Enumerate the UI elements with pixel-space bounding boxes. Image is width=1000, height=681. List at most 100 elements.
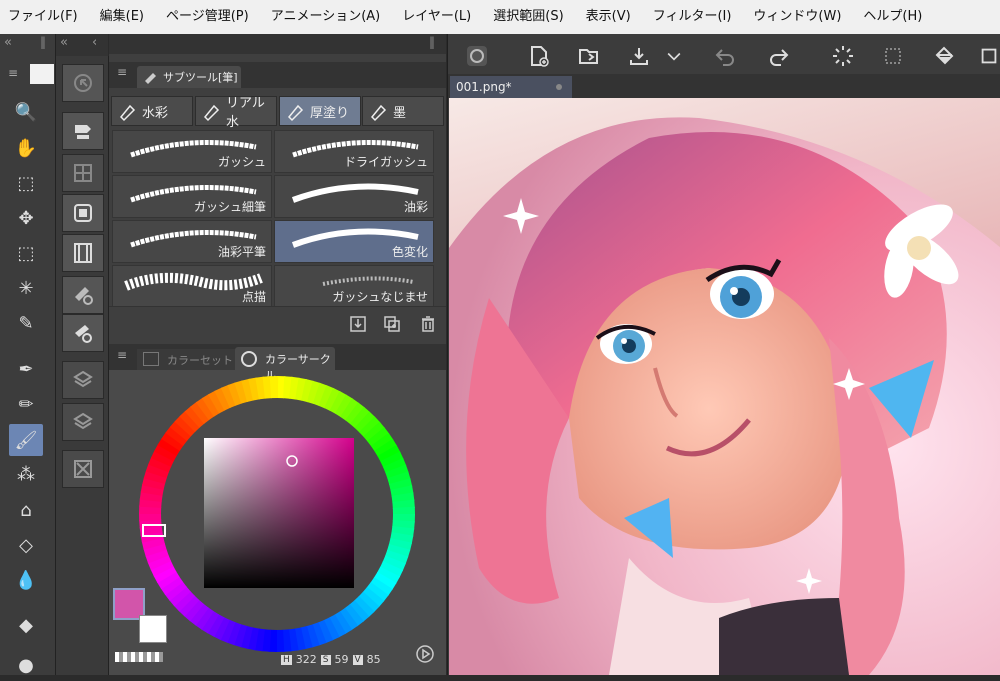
v-value: 85: [366, 653, 381, 666]
menu-item[interactable]: ウィンドウ(W): [742, 0, 852, 34]
clip-studio-button[interactable]: [462, 42, 492, 70]
undo-button[interactable]: [710, 42, 740, 70]
tool-button[interactable]: ●: [9, 649, 43, 681]
tool-button[interactable]: ✒: [9, 353, 43, 385]
timeline-tab[interactable]: [62, 234, 104, 272]
tool-button[interactable]: ✏: [9, 388, 43, 420]
sub-color-swatch[interactable]: [139, 615, 167, 643]
open-button[interactable]: [574, 42, 604, 70]
menu-item[interactable]: レイヤー(L): [391, 0, 482, 34]
tool-button[interactable]: ⁂: [9, 458, 43, 490]
paint-brush-icon: 🖌: [14, 429, 38, 451]
layer-tab[interactable]: [62, 403, 104, 441]
tool-button[interactable]: ⌂: [9, 494, 43, 526]
tool-palette: « ‖ ≡ 🔍 ✋ ⬚ ✥ ⬚ ✳ ✎ ✒ ✏ 🖌 ⁂ ⌂ ◇ 💧 ◆ ●: [0, 34, 56, 676]
close-dot-icon[interactable]: [556, 84, 562, 90]
menu-lines-icon[interactable]: ≡: [117, 348, 127, 362]
document-tab[interactable]: 001.png*: [450, 76, 572, 98]
brush-item[interactable]: 油彩: [274, 175, 434, 218]
grip-icon[interactable]: ‖: [429, 35, 435, 49]
subtool-group-label: 墨: [393, 105, 407, 121]
tool-button[interactable]: ◆: [9, 609, 43, 641]
menu-bar: ファイル(F) 編集(E) ページ管理(P) アニメーション(A) レイヤー(L) 選択範…: [0, 0, 1000, 34]
selection-button[interactable]: [878, 42, 908, 70]
hue-segment[interactable]: [269, 376, 279, 399]
save-button[interactable]: [624, 42, 654, 70]
brush-label: 油彩平筆: [217, 245, 266, 259]
menu-item[interactable]: ファイル(F): [0, 0, 89, 34]
tool-button[interactable]: ✋: [9, 132, 43, 164]
color-wheel[interactable]: [137, 374, 417, 654]
brush-settings-icon: [75, 325, 92, 343]
subtool-group-tab[interactable]: リアル水: [195, 96, 277, 130]
menu-item[interactable]: ページ管理(P): [155, 0, 260, 34]
brush-tab-icon[interactable]: [30, 64, 54, 84]
auto-action-tab[interactable]: [62, 450, 104, 488]
menu-lines-icon[interactable]: ≡: [8, 66, 18, 80]
tool-button[interactable]: ◇: [9, 529, 43, 561]
tool-button[interactable]: ⬚: [9, 167, 43, 199]
tool-button[interactable]: ⬚: [9, 237, 43, 269]
menu-item[interactable]: 編集(E): [89, 0, 155, 34]
tool-button[interactable]: 💧: [9, 564, 43, 596]
tab-color-circle[interactable]: カラーサークル: [235, 347, 335, 382]
tool-button[interactable]: 🖌: [9, 424, 43, 456]
palette-icon: [143, 352, 159, 366]
collapse-icon[interactable]: «: [60, 35, 68, 50]
subtool-group-tab[interactable]: 水彩: [111, 96, 193, 126]
sv-shade: [204, 438, 354, 588]
subtool-tab[interactable]: [62, 112, 104, 150]
brush-item[interactable]: 油彩平筆: [112, 220, 272, 263]
hue-segment[interactable]: [392, 506, 415, 516]
subtool-title-tab[interactable]: サブツール[筆]: [137, 66, 241, 88]
brush-item[interactable]: ガッシュ細筆: [112, 175, 272, 218]
brush-size-tab[interactable]: [62, 314, 104, 352]
layer-property-tab[interactable]: [62, 194, 104, 232]
save-dropdown[interactable]: [664, 42, 684, 70]
brush-item[interactable]: ドライガッシュ: [274, 130, 434, 173]
redo-button[interactable]: [764, 42, 794, 70]
brush-item[interactable]: ガッシュ: [112, 130, 272, 173]
brush-item[interactable]: 点描: [112, 265, 272, 308]
tool-button[interactable]: ✎: [9, 307, 43, 339]
tool-button[interactable]: ✥: [9, 202, 43, 234]
menu-item[interactable]: アニメーション(A): [260, 0, 392, 34]
navigator-tab[interactable]: [62, 64, 104, 102]
play-circle-icon[interactable]: [415, 644, 435, 664]
trash-icon[interactable]: [419, 315, 437, 333]
tool-button[interactable]: ✳: [9, 272, 43, 304]
deselect-button[interactable]: [828, 42, 858, 70]
s-value: 59: [334, 653, 349, 666]
brush-item[interactable]: 色変化: [274, 220, 434, 263]
subtool-group-tab[interactable]: 厚塗り: [279, 96, 361, 126]
artwork-canvas[interactable]: [449, 98, 1000, 675]
import-icon[interactable]: [349, 315, 367, 333]
eyedropper-icon: ✎: [18, 312, 34, 334]
collapse-left-icon[interactable]: «: [4, 35, 12, 50]
new-button[interactable]: [524, 42, 554, 70]
undo-icon: [715, 49, 734, 66]
menu-item[interactable]: ヘルプ(H): [852, 0, 933, 34]
transparent-color-icon[interactable]: [115, 652, 163, 662]
transform-button[interactable]: [978, 42, 1000, 70]
hue-segment[interactable]: [139, 512, 162, 522]
tool-property-tab[interactable]: [62, 276, 104, 314]
layer-search-tab[interactable]: [62, 361, 104, 399]
fill-button[interactable]: [930, 42, 960, 70]
menu-item[interactable]: フィルター(I): [642, 0, 743, 34]
subtool-group-tab[interactable]: 墨: [362, 96, 444, 126]
menu-item[interactable]: 表示(V): [575, 0, 642, 34]
menu-item[interactable]: 選択範囲(S): [482, 0, 574, 34]
chevron-left-icon[interactable]: ‹: [92, 35, 97, 50]
menu-lines-icon[interactable]: ≡: [117, 65, 127, 79]
tab-color-set-label: カラーセット: [167, 354, 233, 367]
subtool-group-column: [56, 56, 109, 675]
brush-item[interactable]: ガッシュなじませ: [274, 265, 434, 308]
film-icon: [74, 243, 92, 263]
tab-color-set[interactable]: カラーセット: [137, 349, 235, 370]
material-tab[interactable]: [62, 154, 104, 192]
duplicate-icon[interactable]: [383, 315, 401, 333]
tool-button[interactable]: 🔍: [9, 96, 43, 128]
grip-icon[interactable]: ‖: [40, 35, 46, 49]
hue-segment[interactable]: [275, 629, 285, 652]
